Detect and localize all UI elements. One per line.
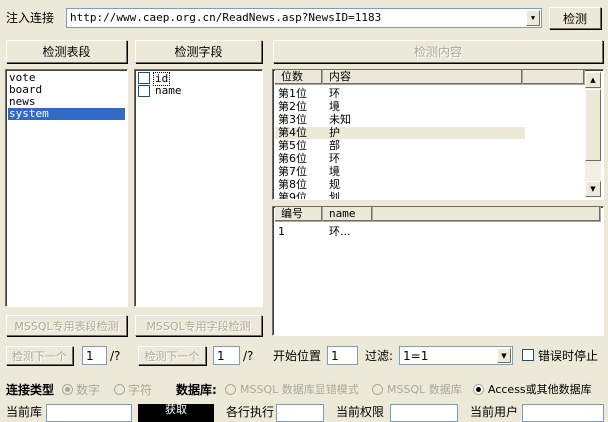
column-header-position[interactable]: 位数 — [275, 70, 323, 85]
content-row-pos: 第6位 — [278, 152, 307, 165]
column-header-filler — [373, 207, 601, 222]
tables-index-input[interactable]: 1 — [82, 346, 107, 365]
rows-exec-input[interactable] — [276, 404, 324, 422]
current-db-input[interactable] — [46, 404, 132, 422]
db-mssql-error-label: MSSQL 数据库显错模式 — [240, 383, 359, 396]
db-access-label: Access或其他数据库 — [488, 383, 592, 396]
content-row-val: 划 — [329, 191, 340, 200]
stop-on-error-checkbox[interactable] — [522, 349, 534, 361]
mssql-fields-detect-button[interactable]: MSSQL专用字段检测 — [135, 315, 262, 336]
connection-type-string-radio[interactable] — [114, 384, 125, 395]
result-cell-name: 环... — [329, 225, 351, 238]
column-header-name[interactable]: name — [323, 207, 373, 222]
tables-total-label: /? — [110, 349, 121, 363]
current-user-label: 当前用户 — [470, 405, 519, 419]
content-list-view[interactable]: 位数 内容 第1位 环 第2位 境 第3位 未知 第4位 护 第5位 部 第6位… — [272, 69, 604, 200]
current-permission-label: 当前权限 — [336, 405, 385, 419]
tables-list[interactable]: vote board news system — [5, 69, 128, 307]
column-header-content[interactable]: 内容 — [323, 70, 523, 85]
connection-type-number-label: 数字 — [76, 383, 101, 397]
detect-tables-button[interactable]: 检测表段 — [6, 40, 127, 63]
content-row-val: 未知 — [329, 113, 351, 126]
column-header-filler — [523, 70, 585, 85]
current-user-input[interactable] — [522, 404, 604, 422]
content-row-val: 环 — [329, 152, 340, 165]
detect-button[interactable]: 检测 — [549, 7, 601, 29]
content-row-val: 境 — [329, 165, 340, 178]
content-row-val: 境 — [329, 100, 340, 113]
connection-type-number-radio[interactable] — [62, 384, 73, 395]
content-row-pos: 第5位 — [278, 139, 307, 152]
db-mssql-radio[interactable] — [372, 384, 383, 395]
scroll-up-icon[interactable]: ▲ — [585, 72, 601, 88]
column-header-id[interactable]: 编号 — [275, 207, 323, 222]
get-db-button[interactable]: 获取 — [138, 404, 214, 422]
scroll-down-icon[interactable]: ▼ — [585, 181, 601, 197]
content-row-pos: 第2位 — [278, 100, 307, 113]
fields-next-button[interactable]: 检测下一个 — [138, 346, 206, 365]
fields-list[interactable]: id name — [134, 69, 263, 307]
inject-url-label: 注入连接 — [6, 11, 55, 25]
row-highlight — [275, 127, 525, 139]
chevron-down-icon[interactable]: ▼ — [526, 10, 540, 26]
field-checkbox-id[interactable] — [138, 72, 150, 84]
scroll-thumb[interactable] — [585, 89, 601, 161]
field-label-name[interactable]: name — [153, 85, 184, 97]
field-checkbox-name[interactable] — [138, 85, 150, 97]
detect-fields-button[interactable]: 检测字段 — [135, 40, 262, 63]
inject-url-value: http://www.caep.org.cn/ReadNews.asp?News… — [70, 11, 382, 24]
current-permission-input[interactable] — [390, 404, 458, 422]
content-row-val: 护 — [329, 126, 340, 139]
connection-type-label: 连接类型 — [6, 383, 55, 397]
db-access-radio[interactable] — [473, 384, 484, 395]
content-row-val: 规 — [329, 178, 340, 191]
filter-combobox[interactable]: 1=1 ▼ — [399, 346, 513, 365]
stop-on-error-label: 错误时停止 — [538, 349, 599, 363]
content-row-pos: 第4位 — [278, 126, 307, 139]
content-scrollbar[interactable]: ▲ ▼ — [585, 72, 601, 197]
result-cell-id: 1 — [278, 225, 285, 238]
detect-content-button[interactable]: 检测内容 — [273, 40, 603, 63]
start-position-label: 开始位置 — [273, 349, 322, 363]
content-row-val: 环 — [329, 87, 340, 100]
database-label: 数据库: — [176, 383, 217, 397]
fields-total-label: /? — [243, 349, 254, 363]
content-row-pos: 第7位 — [278, 165, 307, 178]
table-item-system[interactable]: system — [8, 108, 125, 120]
current-db-label: 当前库 — [6, 405, 43, 419]
chevron-down-icon[interactable]: ▼ — [497, 348, 511, 363]
fields-index-input[interactable]: 1 — [213, 346, 240, 365]
inject-url-combobox[interactable]: http://www.caep.org.cn/ReadNews.asp?News… — [66, 8, 542, 28]
mssql-tables-detect-button[interactable]: MSSQL专用表段检测 — [6, 315, 127, 336]
db-mssql-error-radio[interactable] — [225, 384, 236, 395]
content-row-val: 部 — [329, 139, 340, 152]
content-row-pos: 第9位 — [278, 191, 307, 200]
content-row-pos: 第8位 — [278, 178, 307, 191]
content-row-pos: 第3位 — [278, 113, 307, 126]
start-position-input[interactable]: 1 — [327, 346, 358, 365]
filter-label: 过滤: — [365, 349, 394, 363]
tables-next-button[interactable]: 检测下一个 — [6, 346, 73, 365]
result-list-view[interactable]: 编号 name 1 环... — [272, 206, 604, 336]
db-mssql-label: MSSQL 数据库 — [387, 383, 462, 396]
content-row-pos: 第1位 — [278, 87, 307, 100]
rows-exec-label: 各行执行 — [226, 405, 275, 419]
filter-value: 1=1 — [403, 349, 429, 363]
connection-type-string-label: 字符 — [128, 383, 153, 397]
